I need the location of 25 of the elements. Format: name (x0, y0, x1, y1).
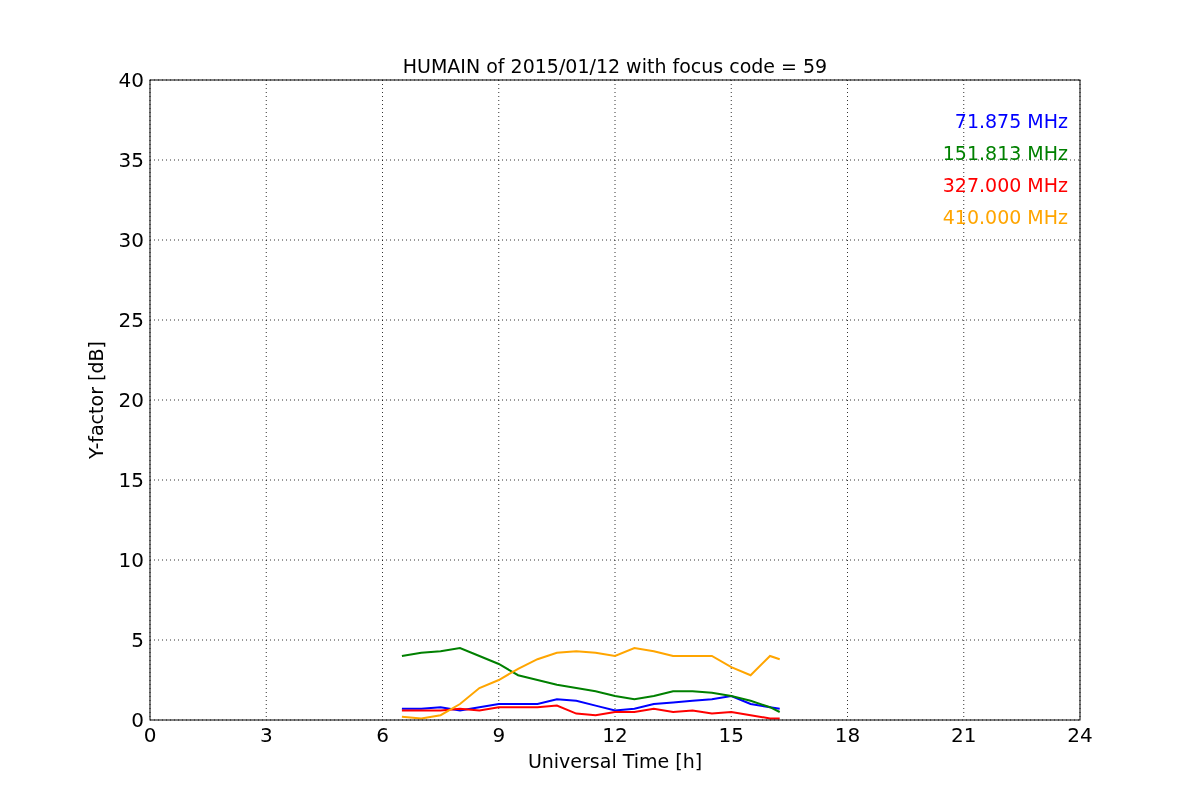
chart-title: HUMAIN of 2015/01/12 with focus code = 59 (402, 55, 828, 77)
x-tick-label: 9 (492, 723, 506, 747)
y-tick-label: 15 (118, 468, 144, 492)
x-tick-label: 12 (602, 723, 628, 747)
x-tick-label: 21 (951, 723, 977, 747)
x-tick-label: 24 (1067, 723, 1093, 747)
y-axis-label: Y-factor [dB] (85, 341, 107, 459)
y-tick-label: 20 (118, 388, 144, 412)
x-tick-label: 15 (718, 723, 744, 747)
legend-label: 327.000 MHz (942, 174, 1068, 196)
x-tick-label: 18 (834, 723, 861, 747)
y-tick-label: 10 (118, 548, 144, 572)
y-tick-label: 40 (118, 68, 144, 92)
legend-label: 151.813 MHz (942, 142, 1068, 164)
legend-label: 410.000 MHz (942, 206, 1068, 228)
x-tick-label: 0 (143, 723, 157, 747)
x-tick-label: 3 (259, 723, 273, 747)
x-axis-label: Universal Time [h] (527, 750, 703, 772)
legend-label: 71.875 MHz (954, 110, 1068, 132)
y-tick-label: 0 (131, 708, 144, 732)
y-tick-label: 30 (118, 228, 144, 252)
y-tick-label: 25 (118, 308, 144, 332)
y-tick-label: 35 (118, 148, 144, 172)
y-tick-label: 5 (131, 628, 144, 652)
x-tick-label: 6 (376, 723, 389, 747)
